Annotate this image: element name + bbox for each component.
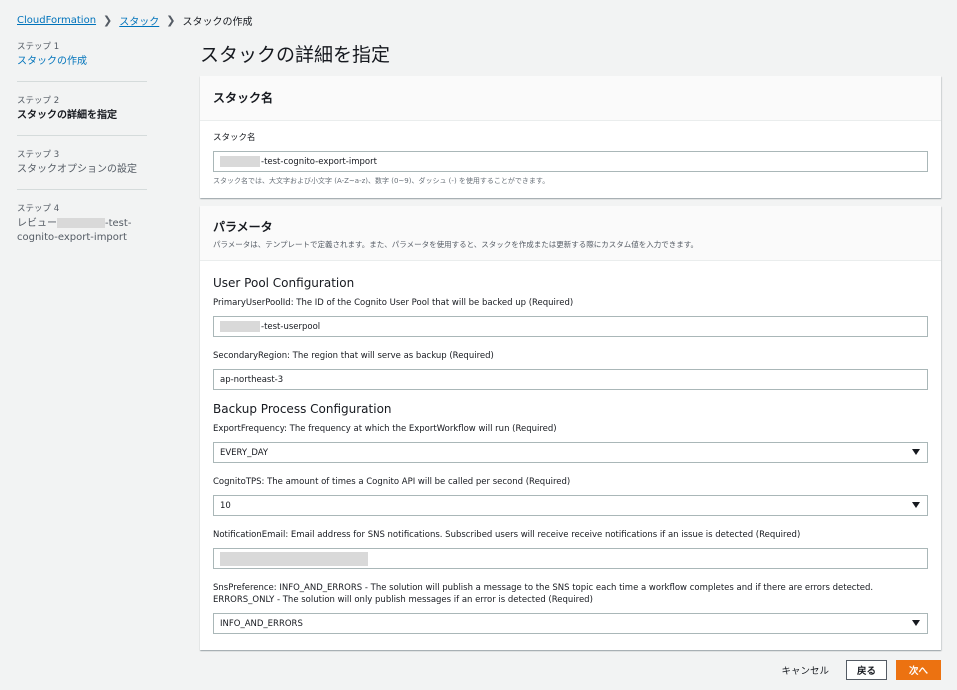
parameters-panel: パラメータ パラメータは、テンプレートで定義されます。また、パラメータを使用する… xyxy=(200,206,941,650)
step-current-label: スタックの詳細を指定 xyxy=(17,110,117,121)
stack-name-hint: スタック名では、大文字および小文字 (A-Z~a-z)、数字 (0~9)、ダッシ… xyxy=(213,177,550,185)
chevron-right-icon: ❯ xyxy=(166,14,176,27)
caret-down-icon xyxy=(912,449,920,455)
input-value: ap-northeast-3 xyxy=(220,374,284,385)
field-label: PrimaryUserPoolId: The ID of the Cognito… xyxy=(213,298,574,308)
breadcrumb-cloudformation[interactable]: CloudFormation xyxy=(17,15,96,26)
step-2: ステップ 2 スタックの詳細を指定 xyxy=(17,94,147,136)
field-label: NotificationEmail: Email address for SNS… xyxy=(213,530,801,540)
cancel-button[interactable]: キャンセル xyxy=(773,663,837,677)
field-label: SnsPreference: INFO_AND_ERRORS - The sol… xyxy=(213,583,874,605)
step-label: レビュー -test-cognito-export-import xyxy=(17,217,147,245)
panel-title: パラメータ xyxy=(213,220,273,234)
input-value: -test-userpool xyxy=(261,321,321,332)
breadcrumb: CloudFormation ❯ スタック ❯ スタックの作成 xyxy=(17,13,252,28)
cognito-tps-field: CognitoTPS: The amount of times a Cognit… xyxy=(213,476,928,516)
panel-body: User Pool Configuration PrimaryUserPoolI… xyxy=(200,261,941,650)
step-number: ステップ 4 xyxy=(17,204,60,214)
cognito-tps-select[interactable]: 10 xyxy=(213,495,928,516)
notification-email-field: NotificationEmail: Email address for SNS… xyxy=(213,529,928,569)
panel-description: パラメータは、テンプレートで定義されます。また、パラメータを使用すると、スタック… xyxy=(213,240,699,249)
stack-name-panel: スタック名 スタック名 -test-cognito-export-import … xyxy=(200,76,941,198)
secondary-region-input[interactable]: ap-northeast-3 xyxy=(213,369,928,390)
wizard-steps: ステップ 1 スタックの作成 ステップ 2 スタックの詳細を指定 ステップ 3 … xyxy=(17,40,147,269)
breadcrumb-current: スタックの作成 xyxy=(182,17,253,28)
redacted-block xyxy=(57,218,105,228)
export-frequency-field: ExportFrequency: The frequency at which … xyxy=(213,423,928,463)
step-link-create-stack[interactable]: スタックの作成 xyxy=(17,55,147,69)
page-title: スタックの詳細を指定 xyxy=(200,44,391,66)
breadcrumb-stacks[interactable]: スタック xyxy=(119,13,159,28)
sns-preference-field: SnsPreference: INFO_AND_ERRORS - The sol… xyxy=(213,582,928,634)
select-value: INFO_AND_ERRORS xyxy=(220,618,303,629)
select-value: EVERY_DAY xyxy=(220,447,269,458)
redacted-block xyxy=(220,321,260,332)
panel-header: パラメータ パラメータは、テンプレートで定義されます。また、パラメータを使用する… xyxy=(200,206,941,261)
stack-name-value: -test-cognito-export-import xyxy=(261,156,377,167)
primary-user-pool-input[interactable]: -test-userpool xyxy=(213,316,928,337)
field-label: SecondaryRegion: The region that will se… xyxy=(213,351,494,361)
caret-down-icon xyxy=(912,620,920,626)
user-pool-heading: User Pool Configuration xyxy=(213,276,355,290)
redacted-block xyxy=(220,551,368,566)
select-value: 10 xyxy=(220,500,231,511)
step-3: ステップ 3 スタックオプションの設定 xyxy=(17,148,147,190)
next-button[interactable]: 次へ xyxy=(895,660,941,680)
notification-email-input[interactable] xyxy=(213,548,928,569)
caret-down-icon xyxy=(912,502,920,508)
stack-name-label: スタック名 xyxy=(213,133,256,143)
panel-header: スタック名 xyxy=(200,76,941,121)
secondary-region-field: SecondaryRegion: The region that will se… xyxy=(213,350,928,390)
backup-heading: Backup Process Configuration xyxy=(213,402,392,416)
step-1: ステップ 1 スタックの作成 xyxy=(17,40,147,82)
sns-preference-select[interactable]: INFO_AND_ERRORS xyxy=(213,613,928,634)
step-number: ステップ 3 xyxy=(17,150,60,160)
step-4: ステップ 4 レビュー -test-cognito-export-import xyxy=(17,202,147,257)
panel-title: スタック名 xyxy=(213,91,274,105)
export-frequency-select[interactable]: EVERY_DAY xyxy=(213,442,928,463)
step-number: ステップ 2 xyxy=(17,96,60,106)
field-label: ExportFrequency: The frequency at which … xyxy=(213,424,557,434)
step-number: ステップ 1 xyxy=(17,42,60,52)
chevron-right-icon: ❯ xyxy=(103,14,113,27)
step-label-prefix: レビュー xyxy=(17,218,57,229)
wizard-footer: キャンセル 戻る 次へ xyxy=(773,660,941,680)
redacted-block xyxy=(220,156,260,167)
panel-body: スタック名 -test-cognito-export-import スタック名で… xyxy=(200,121,941,198)
field-label: CognitoTPS: The amount of times a Cognit… xyxy=(213,477,571,487)
stack-name-input[interactable]: -test-cognito-export-import xyxy=(213,151,928,172)
back-button[interactable]: 戻る xyxy=(845,660,887,680)
step-label: スタックオプションの設定 xyxy=(17,164,137,175)
primary-user-pool-field: PrimaryUserPoolId: The ID of the Cognito… xyxy=(213,297,928,337)
